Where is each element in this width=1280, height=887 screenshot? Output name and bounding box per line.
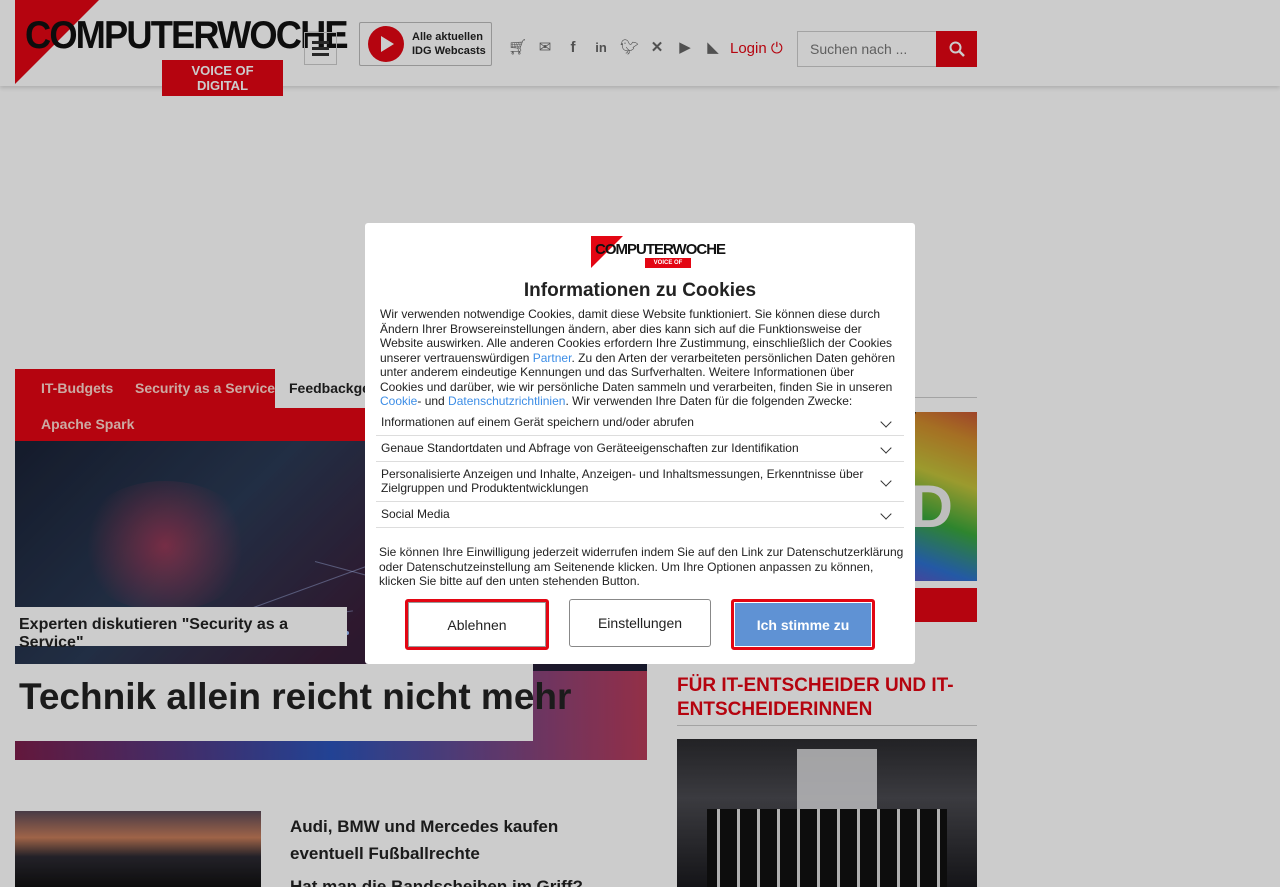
accept-button[interactable]: Ich stimme zu: [731, 599, 875, 650]
privacy-policy-link[interactable]: Datenschutzrichtlinien: [448, 394, 565, 408]
partner-link[interactable]: Partner: [533, 351, 572, 365]
dialog-title: Informationen zu Cookies: [523, 280, 757, 301]
purpose-item[interactable]: Personalisierte Anzeigen und Inhalte, An…: [376, 462, 904, 502]
cookie-consent-dialog: COMPUTERWOCHE VOICE OF DIGITAL Informati…: [365, 223, 915, 664]
dialog-footer-text: Sie können Ihre Einwilligung jederzeit w…: [379, 545, 904, 588]
settings-button[interactable]: Einstellungen: [569, 599, 711, 647]
purpose-item[interactable]: Genaue Standortdaten und Abfrage von Ger…: [376, 436, 904, 462]
purpose-item[interactable]: Informationen auf einem Gerät speichern …: [376, 410, 904, 436]
purpose-item[interactable]: Social Media: [376, 502, 904, 528]
decline-button[interactable]: Ablehnen: [405, 599, 549, 650]
dialog-logo-tagline: VOICE OF DIGITAL: [645, 258, 691, 276]
dialog-logo: COMPUTERWOCHE VOICE OF DIGITAL: [591, 236, 726, 276]
dialog-description: Wir verwenden notwendige Cookies, damit …: [380, 307, 895, 408]
dialog-logo-name: COMPUTERWOCHE: [595, 241, 726, 258]
chevron-down-icon: [880, 507, 892, 520]
purpose-list: Informationen auf einem Gerät speichern …: [376, 410, 904, 528]
chevron-down-icon: [880, 441, 892, 454]
chevron-down-icon: [880, 415, 892, 428]
chevron-down-icon: [880, 474, 892, 487]
cookie-link[interactable]: Cookie: [380, 394, 417, 408]
